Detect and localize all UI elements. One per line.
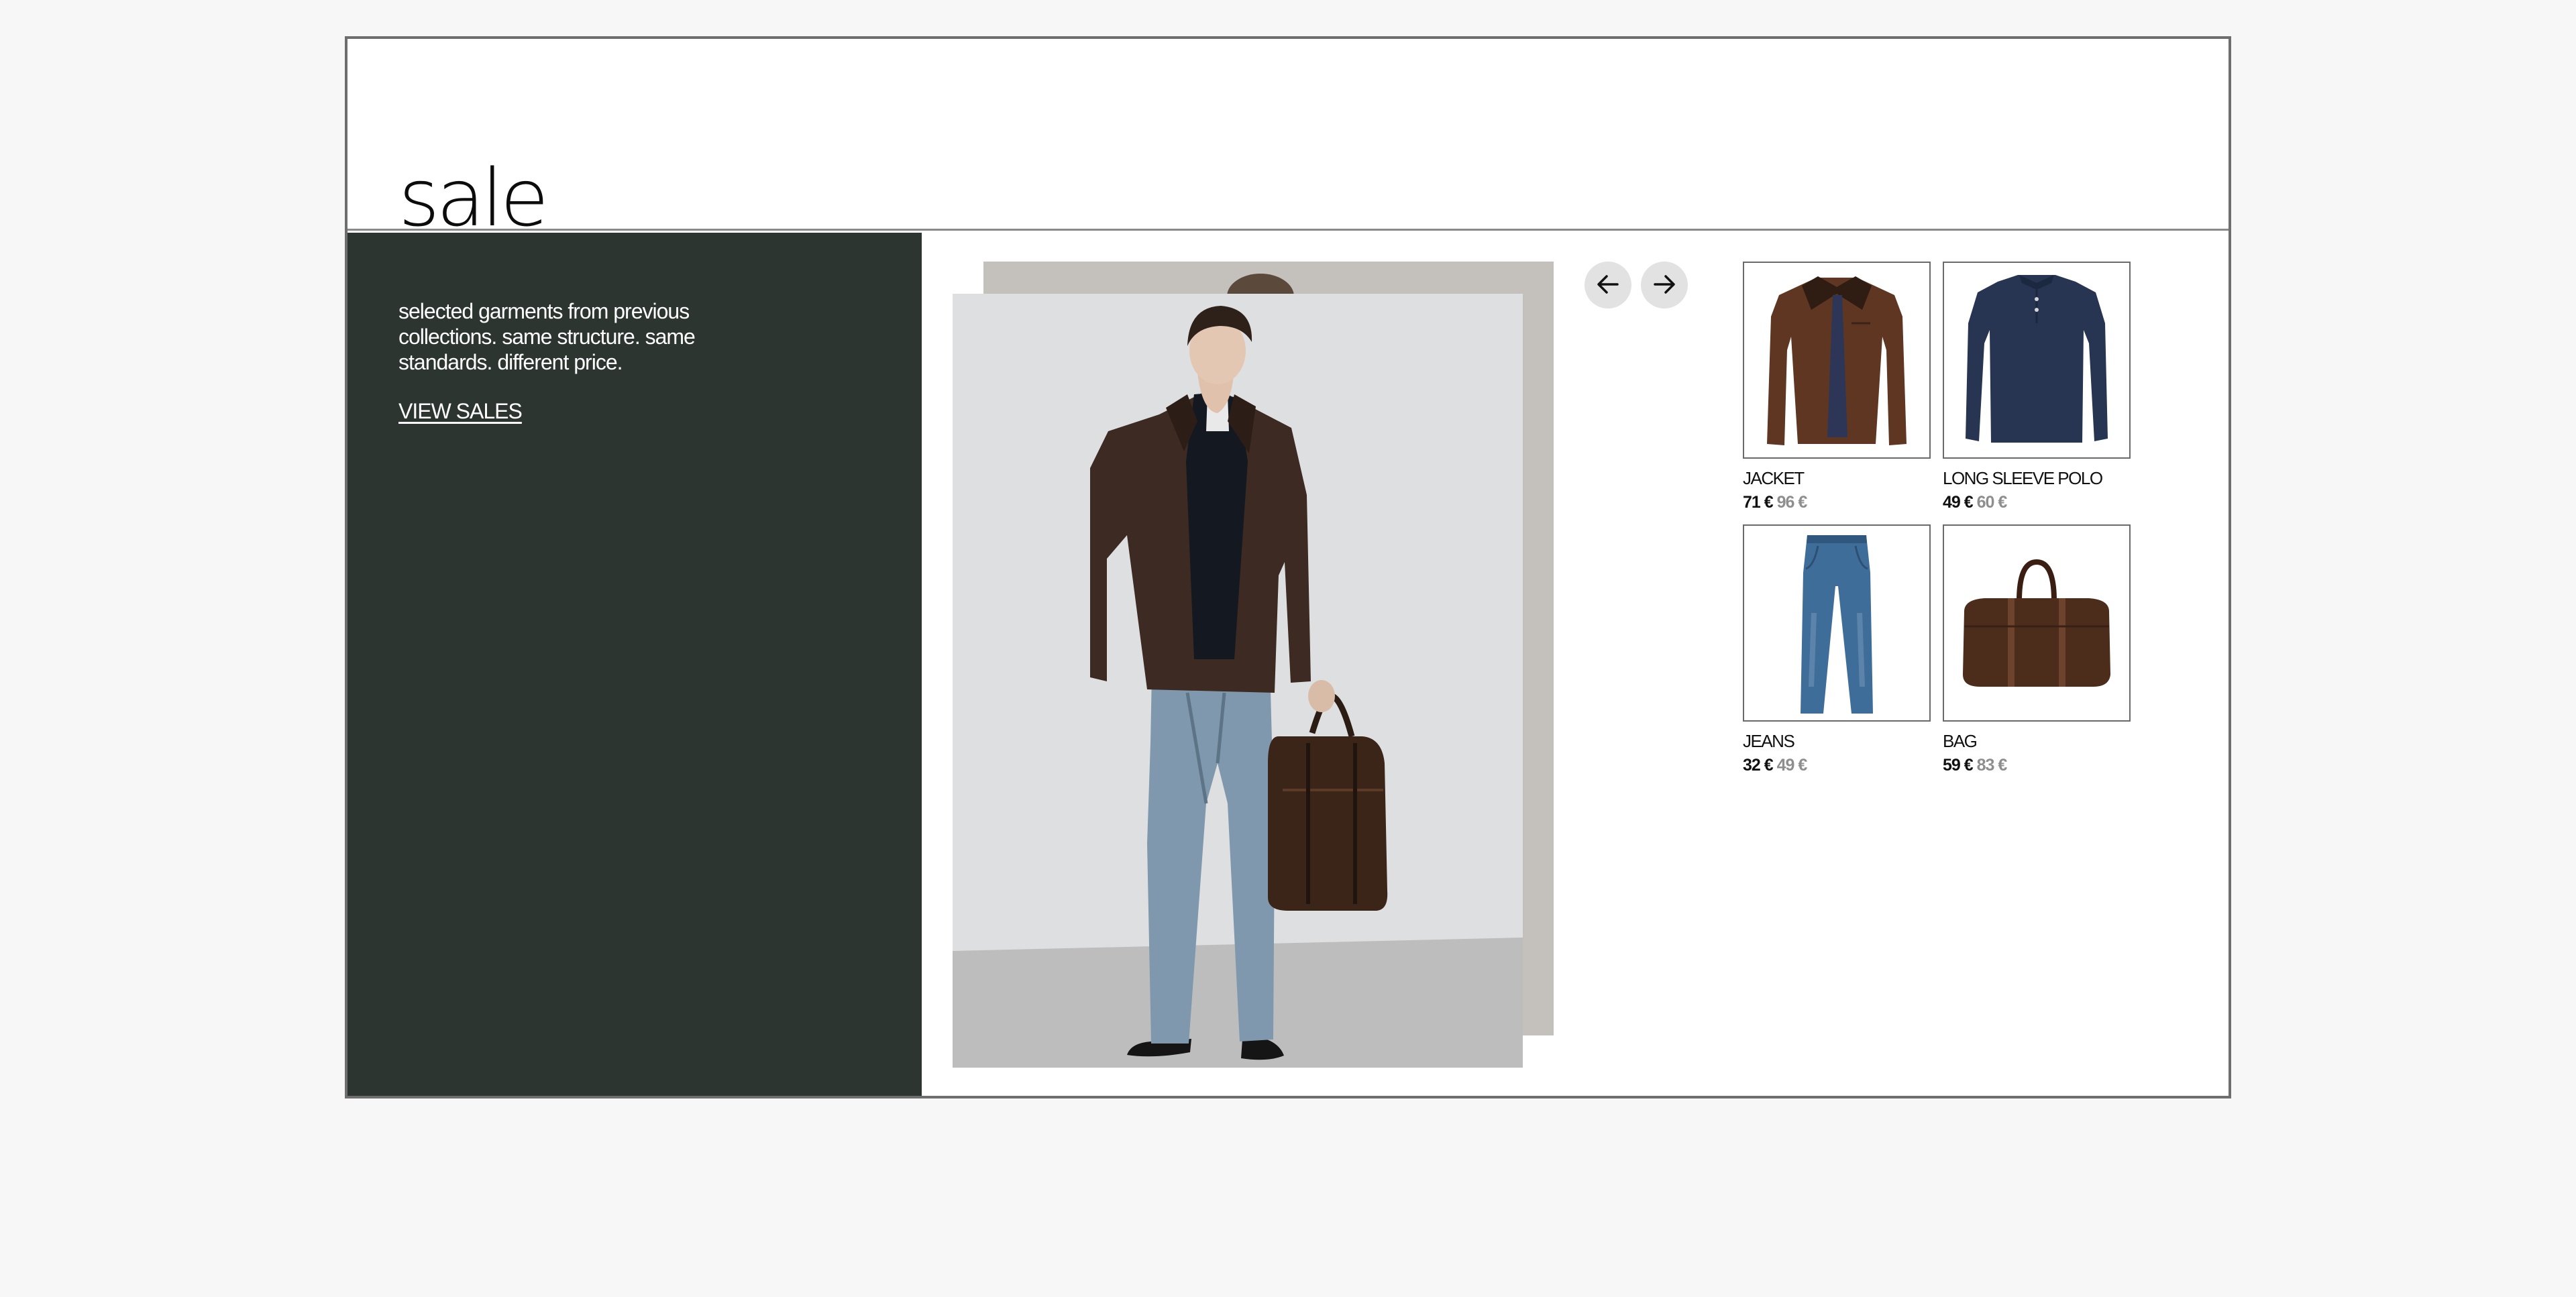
product-card-polo[interactable]: LONG SLEEVE POLO 49 € 60 € [1943,262,2131,512]
sale-module: sale selected garments from previous col… [345,36,2231,1098]
product-price: 49 € 60 € [1943,493,2131,512]
product-name: JEANS [1743,731,1795,751]
product-name: LONG SLEEVE POLO [1943,468,2103,488]
product-card-jeans[interactable]: JEANS 32 € 49 € [1743,524,1931,775]
page-header: sale [347,39,2229,237]
view-sales-link[interactable]: VIEW SALES [398,399,523,424]
sale-price: 49 € [1943,493,1974,512]
product-image-bag[interactable] [1943,524,2131,722]
product-price: 71 € 96 € [1743,493,1931,512]
carousel-prev-button[interactable] [1585,262,1631,308]
product-image-jeans[interactable] [1743,524,1931,722]
original-price: 83 € [1976,756,2008,775]
product-card-bag[interactable]: BAG 59 € 83 € [1943,524,2131,775]
original-price: 96 € [1776,493,1808,512]
original-price: 49 € [1776,756,1808,775]
carousel-next-button[interactable] [1641,262,1688,308]
sale-price: 71 € [1743,493,1774,512]
promo-line: collections. same structure. same [398,325,696,349]
arrow-left-icon [1596,272,1620,298]
original-price: 60 € [1976,493,2008,512]
hero-photo-model [953,294,1523,1068]
product-price: 32 € 49 € [1743,756,1931,775]
product-card-jacket[interactable]: JACKET 71 € 96 € [1743,262,1931,512]
product-price: 59 € 83 € [1943,756,2131,775]
arrow-right-icon [1652,272,1676,298]
promo-line: standards. different price. [398,350,623,374]
promo-description: selected garments from previous collecti… [398,298,747,375]
product-name: JACKET [1743,468,1805,488]
promo-line: selected garments from previous [398,299,690,323]
promo-panel: selected garments from previous collecti… [347,233,922,1096]
product-image-jacket[interactable] [1743,262,1931,459]
sale-price: 59 € [1943,756,1974,775]
hero-images [953,262,1556,1100]
sale-price: 32 € [1743,756,1774,775]
product-name: BAG [1943,731,1978,751]
product-image-polo[interactable] [1943,262,2131,459]
page-title: sale [398,152,549,244]
